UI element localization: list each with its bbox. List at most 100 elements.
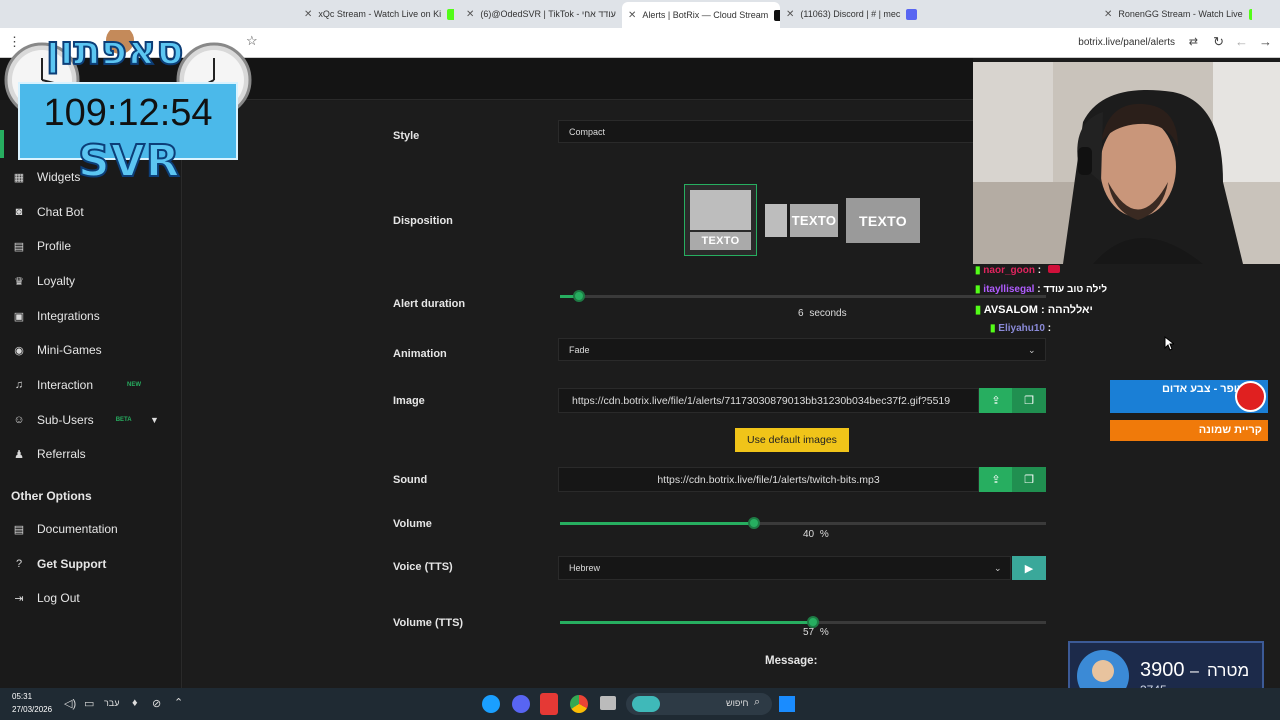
tab-label: RonenGG Stream - Watch Live: [1118, 9, 1243, 19]
disposition-option-side[interactable]: TEXTO: [764, 200, 839, 240]
volume-slider-fill: [560, 522, 755, 525]
language-indicator[interactable]: עבר: [104, 698, 119, 708]
taskbar-search[interactable]: חיפוש ⌕: [626, 693, 772, 715]
botrix-icon: [774, 9, 780, 21]
close-icon[interactable]: ✕: [304, 9, 312, 20]
siren-icon: [1235, 381, 1266, 412]
logout-icon: ⇥: [14, 592, 24, 605]
chat-message: ▮ itayllisegal : לילה טוב עודד: [975, 284, 1108, 295]
sidebar-item-interaction[interactable]: ♫ Interaction NEW: [0, 371, 182, 399]
volume-value: 40 %: [803, 529, 829, 540]
sidebar-item-label: Mini-Games: [37, 343, 102, 357]
sidebar-item-mini-games[interactable]: ◉ Mini-Games: [0, 336, 182, 364]
active-indicator: [0, 130, 4, 158]
sidebar: ▦ Widgets ◙ Chat Bot ▤ Profile ♛ Loyalty…: [0, 100, 182, 688]
style-select[interactable]: Compact: [558, 120, 973, 143]
network-icon[interactable]: ▭: [84, 697, 94, 710]
discord-icon: [906, 8, 918, 20]
play-tts-button[interactable]: ▶: [1012, 556, 1046, 580]
play-icon: ▶: [1024, 562, 1034, 575]
tab-label: (11063) Discord | # | mec: [800, 9, 901, 19]
sidebar-item-documentation[interactable]: ▤ Documentation: [0, 515, 182, 543]
image-label: Image: [393, 395, 425, 407]
new-badge: NEW: [127, 382, 142, 388]
other-options-heading: Other Options: [11, 489, 92, 503]
image-placeholder-icon: [765, 204, 787, 237]
reload-icon[interactable]: ↻: [1213, 34, 1224, 50]
beta-badge: BETA: [115, 417, 132, 423]
sidebar-item-loyalty[interactable]: ♛ Loyalty: [0, 267, 182, 295]
search-icon: ⌕: [754, 696, 761, 708]
disposition-option-overlay[interactable]: TEXTO: [846, 198, 920, 243]
chrome-icon[interactable]: [570, 695, 588, 713]
animation-label: Animation: [393, 348, 447, 360]
site-settings-icon[interactable]: ⇄: [1189, 35, 1198, 48]
emote-icon: [1047, 265, 1060, 273]
sidebar-item-profile[interactable]: ▤ Profile: [0, 232, 182, 260]
file-explorer-icon[interactable]: [600, 696, 616, 710]
goal-separator: –: [1190, 663, 1199, 680]
users-icon: ☺: [13, 414, 25, 426]
url-field[interactable]: botrix.live/panel/alerts: [1078, 37, 1175, 48]
sidebar-item-log-out[interactable]: ⇥ Log Out: [0, 584, 182, 612]
browser-tab[interactable]: ✕ xQc Stream - Watch Live on Ki: [304, 4, 454, 24]
upload-sound-button[interactable]: ⇪: [979, 467, 1013, 492]
discord-taskbar-icon[interactable]: [512, 695, 530, 713]
taskbar-date: 27/03/2026: [12, 705, 53, 714]
alert-duration-slider-track[interactable]: [560, 295, 1046, 298]
image-gallery-button[interactable]: ❐: [1012, 388, 1046, 413]
sidebar-item-label: Referrals: [37, 447, 86, 461]
browser-tab-active[interactable]: ✕ Alerts | BotRix — Cloud Stream: [622, 2, 780, 28]
browser-tab[interactable]: ✕ (11063) Discord | # | mec: [786, 4, 936, 24]
wifi-off-icon[interactable]: ⊘: [152, 697, 161, 710]
microphone-icon[interactable]: ♦: [132, 697, 138, 709]
steam-icon[interactable]: [482, 695, 500, 713]
volume-icon[interactable]: ◁): [64, 697, 76, 710]
sidebar-item-label: Interaction: [37, 378, 94, 392]
voice-tts-select[interactable]: Hebrew: [558, 556, 1011, 580]
sidebar-item-get-support[interactable]: ? Get Support: [0, 550, 182, 578]
sound-url-input[interactable]: https://cdn.botrix.live/file/1/alerts/tw…: [558, 467, 979, 492]
forward-icon[interactable]: →: [1259, 34, 1272, 49]
chevron-down-icon[interactable]: ▼: [150, 415, 159, 425]
sidebar-item-sub-users[interactable]: ☺ Sub-Users BETA ▼: [0, 406, 182, 434]
image-url-input[interactable]: https://cdn.botrix.live/file/1/alerts/71…: [558, 388, 979, 413]
close-icon[interactable]: ✕: [786, 9, 794, 20]
windows-start-icon[interactable]: [779, 696, 795, 712]
close-icon[interactable]: ✕: [466, 9, 474, 20]
style-label: Style: [393, 130, 420, 142]
sidebar-item-label: Widgets: [37, 170, 81, 184]
goal-value: 3900: [1140, 659, 1185, 681]
upload-image-button[interactable]: ⇪: [979, 388, 1013, 413]
search-highlight-icon: [632, 696, 660, 712]
browser-tab[interactable]: ✕ RonenGG Stream - Watch Live: [1104, 4, 1252, 24]
chevron-up-icon[interactable]: ⌃: [174, 696, 183, 709]
browser-tab-bar: ✕ xQc Stream - Watch Live on Ki ✕ (6)@Od…: [0, 0, 1280, 28]
close-icon[interactable]: ✕: [628, 10, 636, 21]
disposition-label: Disposition: [393, 215, 453, 227]
sidebar-item-referrals[interactable]: ♟ Referrals: [0, 440, 182, 468]
sound-gallery-button[interactable]: ❐: [1012, 467, 1046, 492]
chat-message: ▮ AVSALOM : יאללההה: [975, 304, 1093, 316]
upload-icon: ⇪: [991, 395, 1001, 407]
sidebar-item-chat-bot[interactable]: ◙ Chat Bot: [0, 198, 182, 226]
trophy-icon: ♛: [14, 275, 24, 288]
sidebar-item-label: Log Out: [37, 591, 80, 605]
use-default-images-button[interactable]: Use default images: [735, 428, 849, 452]
animation-select[interactable]: Fade: [558, 338, 1046, 361]
chevron-down-icon: ⌄: [994, 563, 1002, 573]
volume-tts-slider-fill: [560, 621, 813, 624]
upload-icon: ⇪: [991, 474, 1001, 486]
question-icon: ?: [15, 558, 23, 570]
obs-icon[interactable]: [540, 693, 558, 715]
back-icon[interactable]: ←: [1235, 34, 1248, 49]
volume-tts-label: Volume (TTS): [393, 617, 464, 629]
sidebar-item-label: Loyalty: [37, 274, 76, 288]
sound-label: Sound: [393, 474, 428, 486]
close-icon[interactable]: ✕: [1104, 9, 1112, 20]
image-placeholder-icon: [690, 190, 751, 230]
streamer-webcam-image: [973, 62, 1280, 264]
disposition-option-stacked[interactable]: TEXTO: [684, 184, 757, 256]
browser-tab[interactable]: ✕ (6)@OdedSVR | TikTok - עודד אחי: [466, 4, 616, 24]
sidebar-item-integrations[interactable]: ▣ Integrations: [0, 302, 182, 330]
